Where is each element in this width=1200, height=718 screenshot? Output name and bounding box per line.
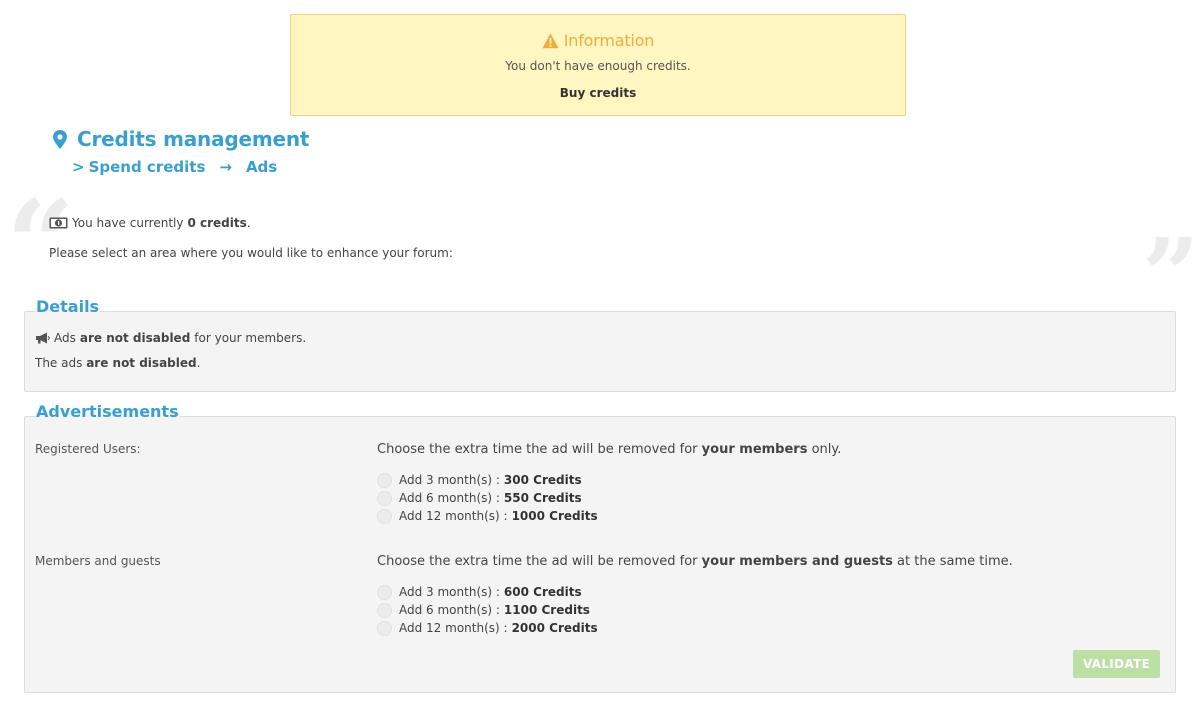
desc-suffix: only. <box>811 442 842 457</box>
option-guests-6-months[interactable]: Add 6 month(s) : 1100 Credits <box>377 601 598 619</box>
desc-suffix: at the same time. <box>897 554 1013 569</box>
option-price: 600 Credits <box>503 585 582 599</box>
members-and-guests-options: Add 3 month(s) : 600 Credits Add 6 month… <box>377 583 598 637</box>
details-line1-prefix: Ads <box>54 331 76 345</box>
option-label: Add 3 month(s) : <box>399 473 500 487</box>
breadcrumb-ads[interactable]: Ads <box>246 158 277 176</box>
details-fieldset: Details Ads are not disabled for your me… <box>24 297 1176 392</box>
radio-button[interactable] <box>377 620 392 636</box>
desc-prefix: Choose the extra time the ad will be rem… <box>377 442 698 457</box>
option-members-12-months[interactable]: Add 12 month(s) : 1000 Credits <box>377 507 598 525</box>
desc-bold: your members <box>701 442 808 457</box>
open-quote-icon: “ <box>6 174 76 315</box>
radio-button[interactable] <box>377 508 392 524</box>
credits-balance: You have currently 0 credits. <box>49 216 251 230</box>
info-title: Information <box>291 31 905 50</box>
option-price: 550 Credits <box>503 491 582 505</box>
option-label: Add 3 month(s) : <box>399 585 500 599</box>
details-legend: Details <box>35 297 101 316</box>
arrow-right-icon: → <box>219 158 232 176</box>
warning-icon <box>542 33 559 48</box>
radio-button[interactable] <box>377 490 392 506</box>
details-line2-bold: are not disabled <box>86 356 197 370</box>
details-line-members: Ads are not disabled for your members. <box>35 331 306 345</box>
radio-button[interactable] <box>377 584 392 600</box>
credits-prefix: You have currently <box>72 216 184 230</box>
option-price: 1100 Credits <box>503 603 590 617</box>
advertisements-legend: Advertisements <box>35 402 180 421</box>
credits-value: 0 credits <box>187 216 247 230</box>
option-price: 1000 Credits <box>511 509 598 523</box>
option-members-3-months[interactable]: Add 3 month(s) : 300 Credits <box>377 471 598 489</box>
breadcrumb: > Spend credits → Ads <box>72 158 277 176</box>
close-quote-icon: ” <box>1142 216 1200 334</box>
page-title: Credits management <box>53 127 309 151</box>
money-icon <box>49 217 68 229</box>
option-members-6-months[interactable]: Add 6 month(s) : 550 Credits <box>377 489 598 507</box>
info-title-text: Information <box>563 31 655 50</box>
details-line2-prefix: The ads <box>35 356 83 370</box>
option-price: 300 Credits <box>503 473 582 487</box>
option-label: Add 6 month(s) : <box>399 603 500 617</box>
buy-credits-link[interactable]: Buy credits <box>560 86 636 100</box>
option-label: Add 12 month(s) : <box>399 509 508 523</box>
registered-users-label: Registered Users: <box>35 442 141 456</box>
details-line1-suffix: for your members. <box>194 331 307 345</box>
info-banner: Information You don't have enough credit… <box>290 14 906 116</box>
details-line1-bold: are not disabled <box>79 331 191 345</box>
registered-users-options: Add 3 month(s) : 300 Credits Add 6 month… <box>377 471 598 525</box>
option-label: Add 6 month(s) : <box>399 491 500 505</box>
option-guests-12-months[interactable]: Add 12 month(s) : 2000 Credits <box>377 619 598 637</box>
option-label: Add 12 month(s) : <box>399 621 508 635</box>
credits-suffix: . <box>246 216 251 230</box>
option-guests-3-months[interactable]: Add 3 month(s) : 600 Credits <box>377 583 598 601</box>
details-line-ads: The ads are not disabled. <box>35 356 200 370</box>
details-line2-suffix: . <box>196 356 201 370</box>
registered-users-description: Choose the extra time the ad will be rem… <box>377 442 841 457</box>
megaphone-icon <box>36 332 50 344</box>
option-price: 2000 Credits <box>511 621 598 635</box>
radio-button[interactable] <box>377 472 392 488</box>
desc-prefix: Choose the extra time the ad will be rem… <box>377 554 698 569</box>
info-message: You don't have enough credits. <box>505 59 691 73</box>
desc-bold: your members and guests <box>701 554 893 569</box>
breadcrumb-spend-credits[interactable]: Spend credits <box>89 158 206 176</box>
page-title-text: Credits management <box>77 127 310 151</box>
radio-button[interactable] <box>377 602 392 618</box>
members-and-guests-label: Members and guests <box>35 554 161 568</box>
map-marker-icon <box>53 129 67 149</box>
validate-button[interactable]: VALIDATE <box>1073 650 1160 678</box>
select-area-text: Please select an area where you would li… <box>49 246 453 260</box>
advertisements-fieldset: Advertisements Registered Users: Choose … <box>24 402 1176 693</box>
members-and-guests-description: Choose the extra time the ad will be rem… <box>377 554 1013 569</box>
